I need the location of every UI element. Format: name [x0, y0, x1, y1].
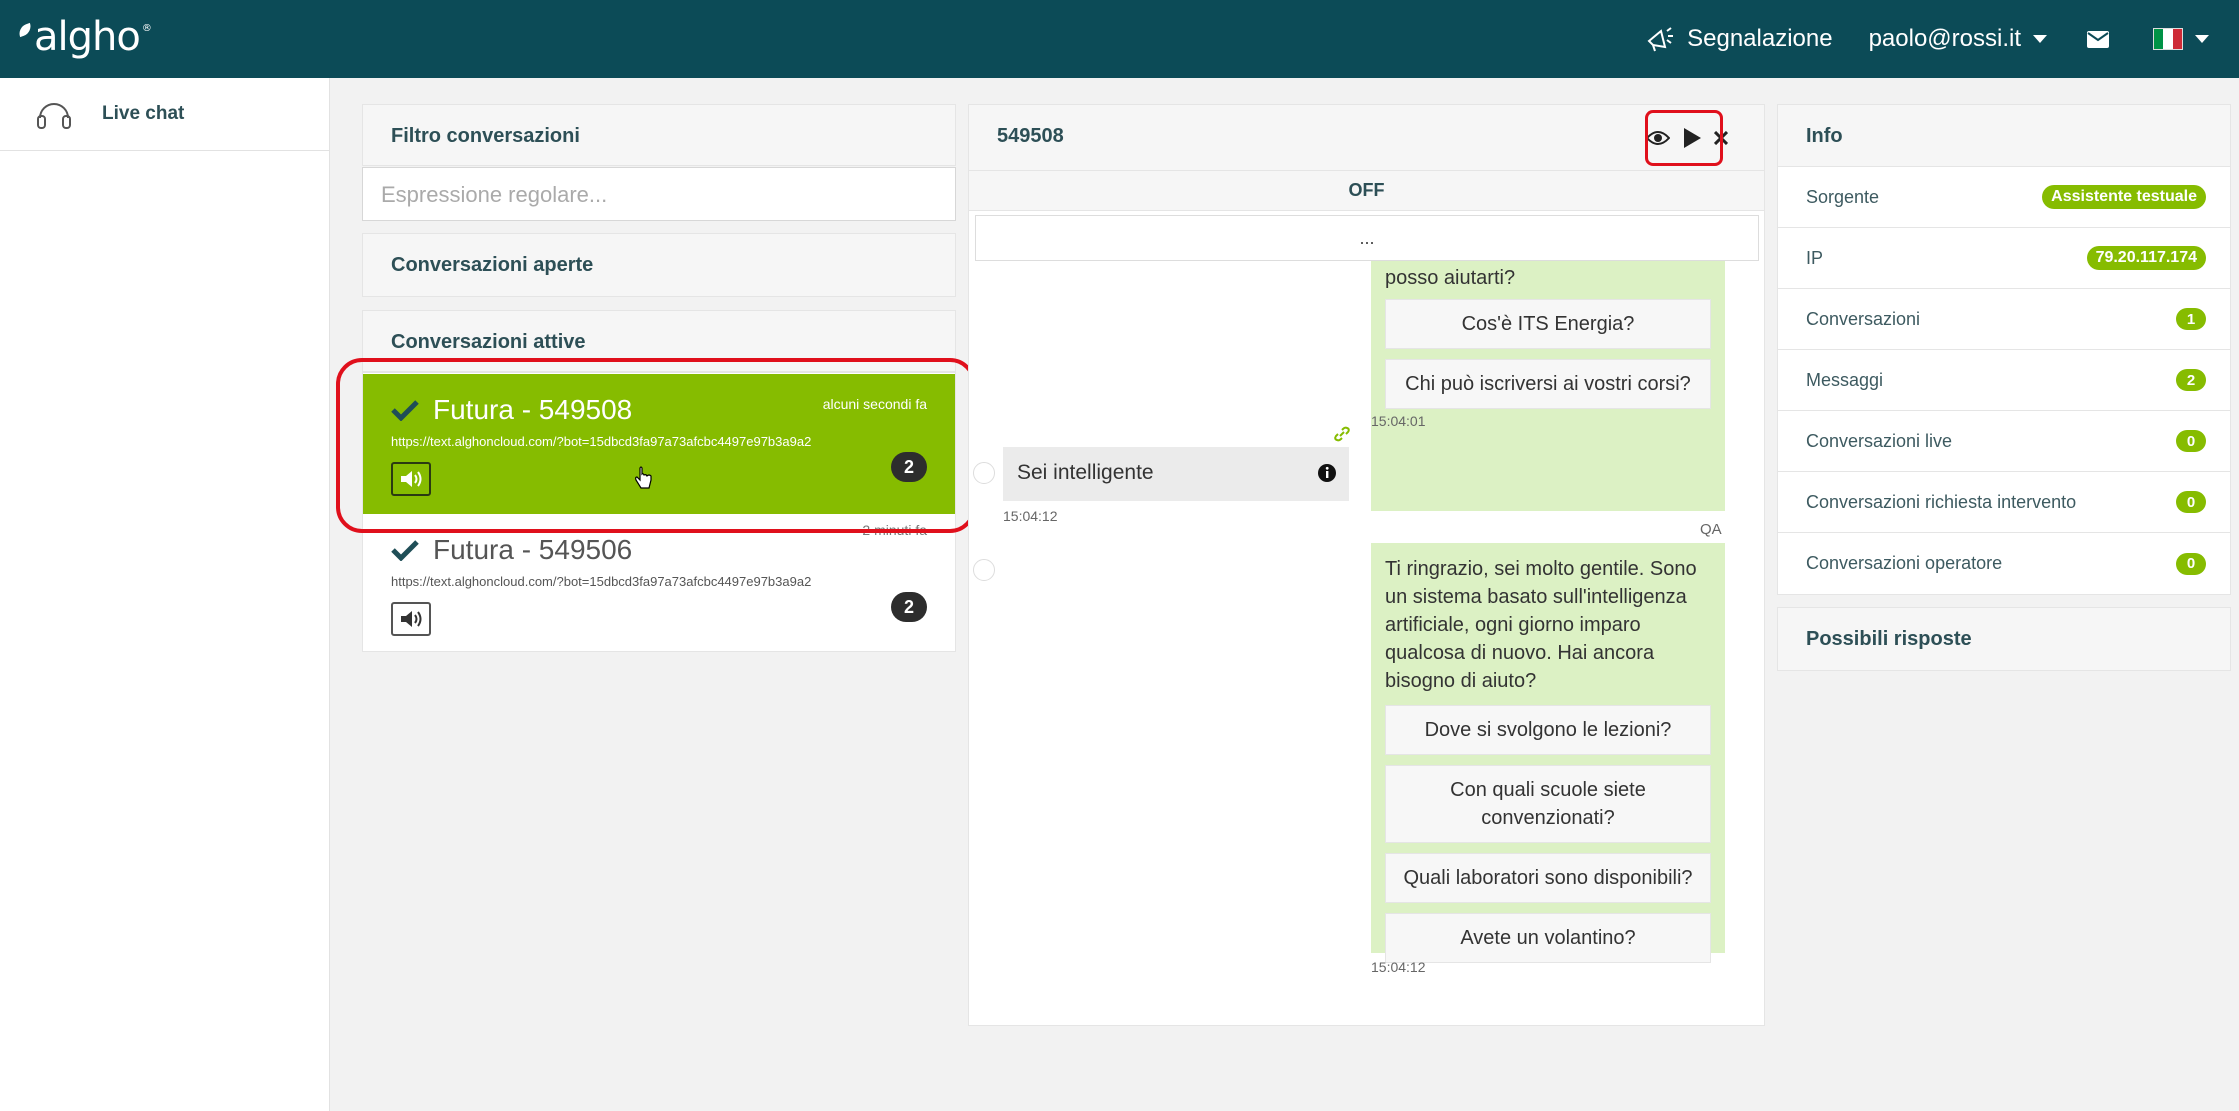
quick-reply-button[interactable]: Cos'è ITS Energia? — [1385, 299, 1711, 349]
check-icon — [391, 540, 419, 561]
message-timestamp: 15:04:01 — [1371, 413, 1426, 429]
open-conversations-section[interactable]: Conversazioni aperte — [362, 233, 956, 297]
filter-title: Filtro conversazioni — [391, 125, 580, 147]
headset-icon — [37, 103, 71, 129]
info-row-source: Sorgente Assistente testuale — [1778, 167, 2230, 228]
info-label: Conversazioni live — [1806, 430, 1953, 451]
load-more-button[interactable]: ... — [975, 215, 1759, 261]
user-email: paolo@rossi.it — [1868, 25, 2021, 52]
message-timestamp: 15:04:12 — [1003, 508, 1058, 524]
report-label: Segnalazione — [1687, 25, 1833, 52]
chat-id: 549508 — [997, 125, 1064, 147]
possible-answers-section[interactable]: Possibili risposte — [1777, 607, 2231, 671]
message-count-badge: 2 — [891, 592, 927, 622]
info-title: Info — [1806, 125, 1843, 147]
language-selector[interactable] — [2153, 28, 2209, 50]
info-count-badge: 0 — [2176, 430, 2206, 452]
bot-message-text: posso aiutarti? — [1385, 267, 1516, 289]
conversation-url: https://text.alghoncloud.com/?bot=15dbcd… — [391, 574, 812, 589]
chevron-down-icon — [2033, 35, 2047, 43]
megaphone-icon — [1647, 27, 1674, 52]
bot-message: Ti ringrazio, sei molto gentile. Sono un… — [1371, 543, 1725, 963]
qa-label: QA — [1700, 521, 1722, 538]
algho-logo[interactable]: algho ® — [16, 12, 152, 62]
message-select-radio[interactable] — [973, 462, 995, 484]
info-row-live-conversations: Conversazioni live 0 — [1778, 411, 2230, 472]
regex-filter-input[interactable]: Espressione regolare... — [362, 167, 956, 221]
info-panel: Info Sorgente Assistente testuale IP 79.20… — [1777, 104, 2231, 595]
info-label: Conversazioni richiesta intervento — [1806, 491, 2077, 512]
section-title: Conversazioni aperte — [391, 254, 594, 276]
info-row-intervention-requests: Conversazioni richiesta intervento 0 — [1778, 472, 2230, 533]
info-row-conversations: Conversazioni 1 — [1778, 289, 2230, 350]
info-count-badge: 0 — [2176, 491, 2206, 513]
italian-flag-icon — [2153, 28, 2183, 50]
user-message: Sei intelligente — [1003, 447, 1349, 501]
info-value-badge: Assistente testuale — [2042, 185, 2206, 209]
info-row-ip: IP 79.20.117.174 — [1778, 228, 2230, 289]
sidebar-item-live-chat[interactable]: Live chat — [0, 78, 329, 151]
bot-message: posso aiutarti? Cos'è ITS Energia? Chi p… — [1371, 255, 1725, 511]
conversation-item[interactable]: Futura - 549506 https://text.alghoncloud… — [363, 514, 955, 654]
bot-status-bar[interactable]: OFF — [969, 171, 1764, 211]
info-count-badge: 2 — [2176, 369, 2206, 391]
info-label: Conversazioni — [1806, 308, 1921, 329]
filter-header: Filtro conversazioni — [362, 104, 956, 166]
info-label: IP — [1806, 247, 1824, 268]
bot-message-text: Ti ringrazio, sei molto gentile. Sono un… — [1385, 558, 1697, 692]
user-menu[interactable]: paolo@rossi.it — [1869, 25, 2047, 53]
quick-reply-button[interactable]: Dove si svolgono le lezioni? — [1385, 705, 1711, 755]
chat-panel: 549508 OFF ... posso aiutarti? Cos'è ITS… — [968, 104, 1765, 1026]
message-select-radio[interactable] — [973, 559, 995, 581]
quick-reply-button[interactable]: Avete un volantino? — [1385, 913, 1711, 963]
info-count-badge: 1 — [2176, 308, 2206, 330]
info-count-badge: 0 — [2176, 552, 2206, 575]
info-label: Messaggi — [1806, 369, 1884, 390]
quick-reply-button[interactable]: Con quali scuole siete convenzionati? — [1385, 765, 1711, 843]
top-bar: algho ® Segnalazione paolo@rossi.it — [0, 0, 2239, 78]
info-label: Conversazioni operatore — [1806, 553, 2003, 573]
report-button[interactable]: Segnalazione — [1645, 25, 1833, 53]
mail-button[interactable] — [2087, 30, 2109, 48]
info-value-badge: 79.20.117.174 — [2086, 246, 2206, 270]
speaker-icon — [401, 611, 422, 627]
highlight-annotation — [336, 358, 976, 533]
info-label: Sorgente — [1806, 186, 1880, 207]
chevron-down-icon — [2195, 35, 2209, 43]
highlight-annotation — [1645, 110, 1723, 166]
section-title: Conversazioni attive — [391, 331, 586, 353]
section-title: Possibili risposte — [1806, 628, 1972, 650]
conversation-name: Futura - 549506 — [433, 534, 633, 565]
quick-reply-button[interactable]: Chi può iscriversi ai vostri corsi? — [1385, 359, 1711, 409]
hand-cursor-icon — [635, 466, 652, 489]
info-row-messages: Messaggi 2 — [1778, 350, 2230, 411]
link-icon[interactable] — [1333, 425, 1351, 443]
envelope-icon — [2087, 30, 2109, 48]
audio-toggle-button[interactable] — [391, 602, 431, 636]
info-icon[interactable] — [1317, 463, 1337, 483]
info-row-operator-conversations: Conversazioni operatore 0 — [1778, 533, 2230, 594]
quick-reply-button[interactable]: Quali laboratori sono disponibili? — [1385, 853, 1711, 903]
message-timestamp: 15:04:12 — [1371, 959, 1426, 975]
sidebar: Live chat — [0, 78, 330, 1111]
user-message-text: Sei intelligente — [1017, 461, 1154, 484]
sidebar-item-label: Live chat — [102, 103, 185, 124]
